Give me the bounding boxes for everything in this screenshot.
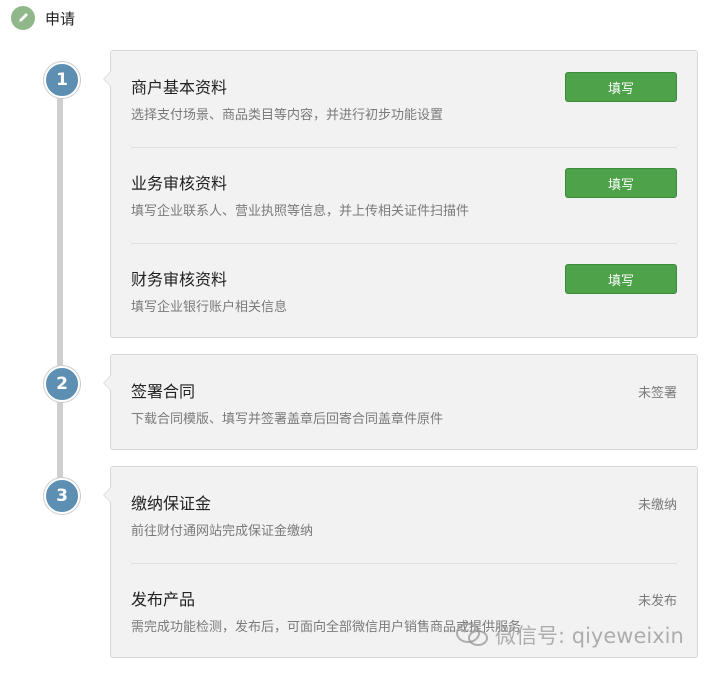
step-2-card: 签署合同 下载合同模版、填写并签署盖章后回寄合同盖章件原件 未签署 — [103, 354, 698, 450]
business-review-info-item: 业务审核资料 填写企业联系人、营业执照等信息，并上传相关证件扫描件 填写 — [131, 168, 677, 230]
item-title: 财务审核资料 — [131, 270, 228, 289]
sign-contract-item: 签署合同 下载合同模版、填写并签署盖章后回寄合同盖章件原件 未签署 — [131, 378, 677, 438]
step-3-badge: 3 — [44, 478, 80, 514]
page-header: 申请 — [11, 6, 75, 30]
wechat-icon — [456, 623, 488, 646]
status-label: 未缴纳 — [637, 498, 677, 513]
status-label: 未发布 — [637, 594, 677, 609]
step-2-badge: 2 — [44, 366, 80, 402]
merchant-basic-info-item: 商户基本资料 选择支付场景、商品类目等内容，并进行初步功能设置 填写 — [131, 72, 677, 134]
watermark-text: 微信号: qiyeweixin — [495, 624, 684, 648]
item-title: 缴纳保证金 — [131, 494, 212, 513]
timeline-line — [57, 80, 63, 495]
item-title: 签署合同 — [131, 382, 196, 401]
page-title: 申请 — [45, 9, 76, 28]
pay-deposit-item: 缴纳保证金 前往财付通网站完成保证金缴纳 未缴纳 — [131, 490, 677, 550]
fill-merchant-basic-info-button[interactable]: 填写 — [565, 72, 677, 102]
finance-review-info-item: 财务审核资料 填写企业银行账户相关信息 填写 — [131, 264, 677, 326]
watermark: 微信号: qiyeweixin — [455, 620, 684, 650]
divider — [131, 147, 677, 148]
pen-icon — [11, 6, 35, 30]
item-title: 发布产品 — [131, 590, 196, 609]
fill-business-review-info-button[interactable]: 填写 — [565, 168, 677, 198]
divider — [131, 563, 677, 564]
step-1-card: 商户基本资料 选择支付场景、商品类目等内容，并进行初步功能设置 填写 业务审核资… — [103, 50, 698, 338]
item-title: 商户基本资料 — [131, 78, 228, 97]
fill-finance-review-info-button[interactable]: 填写 — [565, 264, 677, 294]
item-desc: 填写企业银行账户相关信息 — [131, 300, 288, 315]
step-1-badge: 1 — [44, 62, 80, 98]
divider — [131, 243, 677, 244]
item-desc: 填写企业联系人、营业执照等信息，并上传相关证件扫描件 — [131, 204, 470, 219]
item-title: 业务审核资料 — [131, 174, 228, 193]
item-desc: 前往财付通网站完成保证金缴纳 — [131, 524, 314, 539]
item-desc: 选择支付场景、商品类目等内容，并进行初步功能设置 — [131, 108, 444, 123]
item-desc: 下载合同模版、填写并签署盖章后回寄合同盖章件原件 — [131, 412, 444, 427]
status-label: 未签署 — [637, 386, 677, 401]
